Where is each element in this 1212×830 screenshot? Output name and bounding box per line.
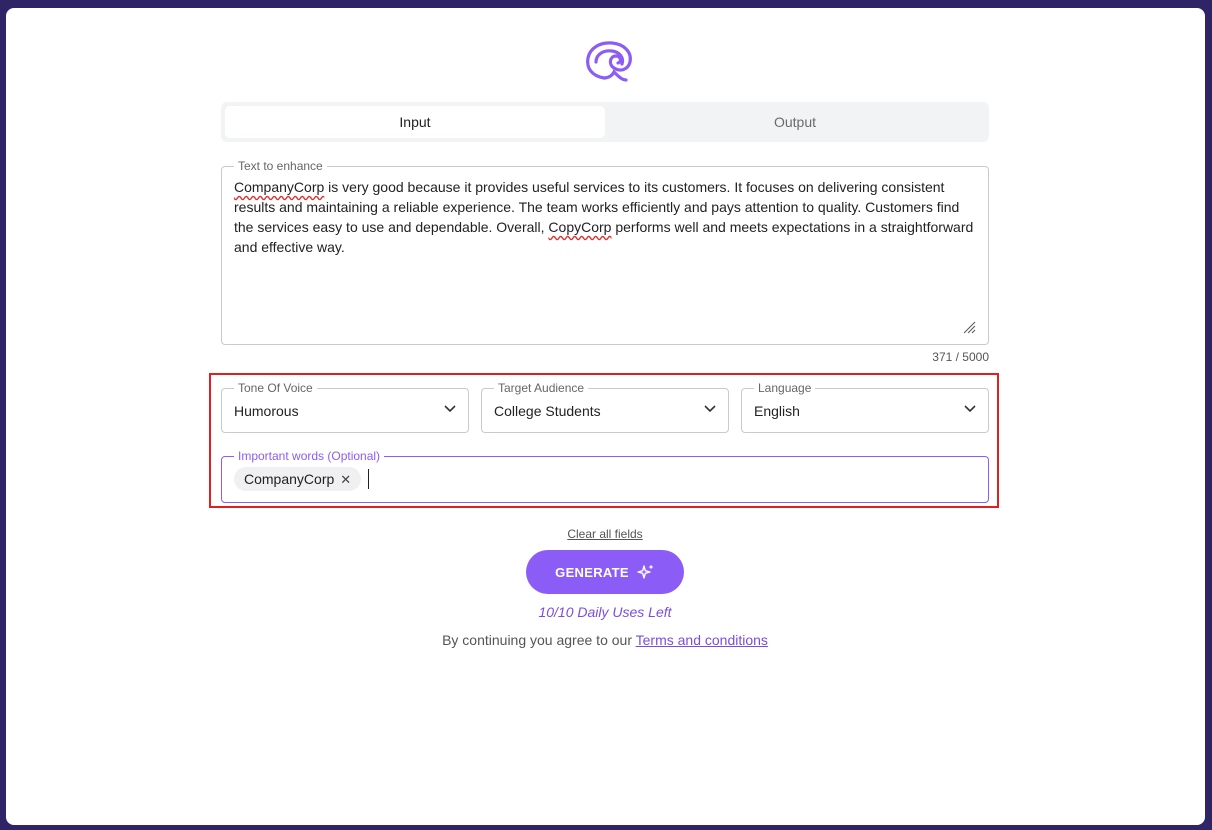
tab-input[interactable]: Input [225, 106, 605, 138]
text-to-enhance-value[interactable]: CompanyCorp is very good because it prov… [234, 177, 974, 257]
generate-button-label: GENERATE [555, 564, 629, 580]
terms-prefix: By continuing you agree to our [442, 632, 636, 648]
tone-of-voice-label: Tone Of Voice [234, 381, 317, 395]
target-audience-select[interactable]: Target Audience College Students [481, 381, 729, 433]
language-select[interactable]: Language English [741, 381, 989, 433]
misspelled-word: CopyCorp [548, 219, 612, 235]
keyword-chip: CompanyCorp ✕ [234, 467, 362, 491]
sparkle-icon [637, 564, 654, 579]
chevron-down-icon [444, 405, 456, 413]
close-icon[interactable]: ✕ [340, 472, 351, 487]
terms-link[interactable]: Terms and conditions [636, 632, 768, 648]
daily-uses-left: 10/10 Daily Uses Left [538, 604, 672, 620]
tab-output[interactable]: Output [605, 106, 985, 138]
language-label: Language [754, 381, 816, 395]
resize-handle-icon[interactable] [962, 320, 976, 334]
chevron-down-icon [964, 405, 976, 413]
language-value: English [754, 403, 800, 419]
tone-of-voice-value: Humorous [234, 403, 299, 419]
important-words-input[interactable]: Important words (Optional) CompanyCorp ✕ [221, 449, 989, 503]
keyword-chip-label: CompanyCorp [244, 471, 335, 487]
tab-bar: Input Output [221, 102, 989, 142]
brain-logo-icon [586, 41, 632, 82]
main-card: Input Output Text to enhance CompanyCorp… [6, 8, 1205, 825]
text-to-enhance-field[interactable]: Text to enhance CompanyCorp is very good… [221, 159, 989, 345]
tone-of-voice-select[interactable]: Tone Of Voice Humorous [221, 381, 469, 433]
target-audience-label: Target Audience [494, 381, 589, 395]
generate-button[interactable]: GENERATE [526, 550, 684, 594]
text-to-enhance-label: Text to enhance [234, 159, 327, 173]
character-counter: 371 / 5000 [932, 350, 989, 364]
text-cursor [368, 469, 369, 489]
target-audience-value: College Students [494, 403, 601, 419]
clear-all-fields-link[interactable]: Clear all fields [526, 527, 684, 541]
misspelled-word: CompanyCorp [234, 179, 325, 195]
important-words-label: Important words (Optional) [234, 449, 385, 463]
chevron-down-icon [704, 405, 716, 413]
terms-notice: By continuing you agree to our Terms and… [306, 632, 904, 648]
